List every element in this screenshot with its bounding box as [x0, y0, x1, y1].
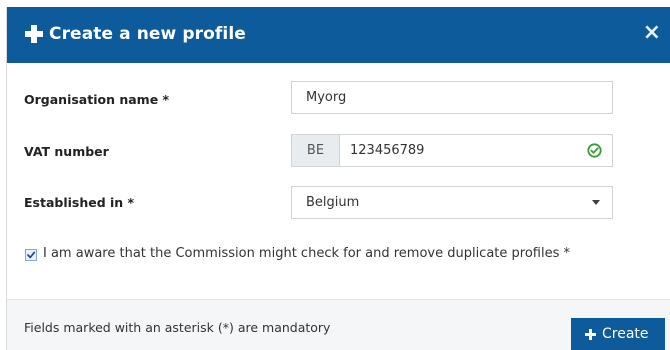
established-in-value: Belgium	[306, 195, 360, 210]
create-button-label: Create	[602, 326, 649, 342]
dialog-header: Create a new profile ×	[7, 7, 670, 63]
create-profile-dialog: Create a new profile × Organisation name…	[6, 7, 670, 350]
established-in-select[interactable]: Belgium	[291, 186, 613, 219]
chevron-down-icon	[592, 200, 600, 205]
vat-number-label: VAT number	[24, 144, 109, 159]
create-button[interactable]: Create	[571, 318, 665, 350]
dialog-title: Create a new profile	[49, 24, 246, 44]
established-in-label: Established in *	[24, 195, 135, 210]
vat-number-value: 123456789	[350, 143, 425, 158]
plus-icon	[585, 329, 596, 340]
close-icon[interactable]: ×	[643, 22, 661, 44]
organisation-name-input[interactable]: Myorg	[291, 81, 613, 114]
check-circle-icon	[587, 143, 602, 158]
organisation-name-label: Organisation name *	[24, 92, 170, 107]
plus-icon	[25, 25, 43, 43]
vat-number-input[interactable]: BE 123456789	[291, 134, 613, 167]
organisation-name-value: Myorg	[306, 90, 347, 105]
duplicate-profiles-label: I am aware that the Commission might che…	[43, 246, 570, 261]
duplicate-profiles-checkbox[interactable]	[25, 249, 37, 261]
vat-country-prefix: BE	[292, 135, 340, 166]
mandatory-fields-note: Fields marked with an asterisk (*) are m…	[24, 320, 331, 335]
